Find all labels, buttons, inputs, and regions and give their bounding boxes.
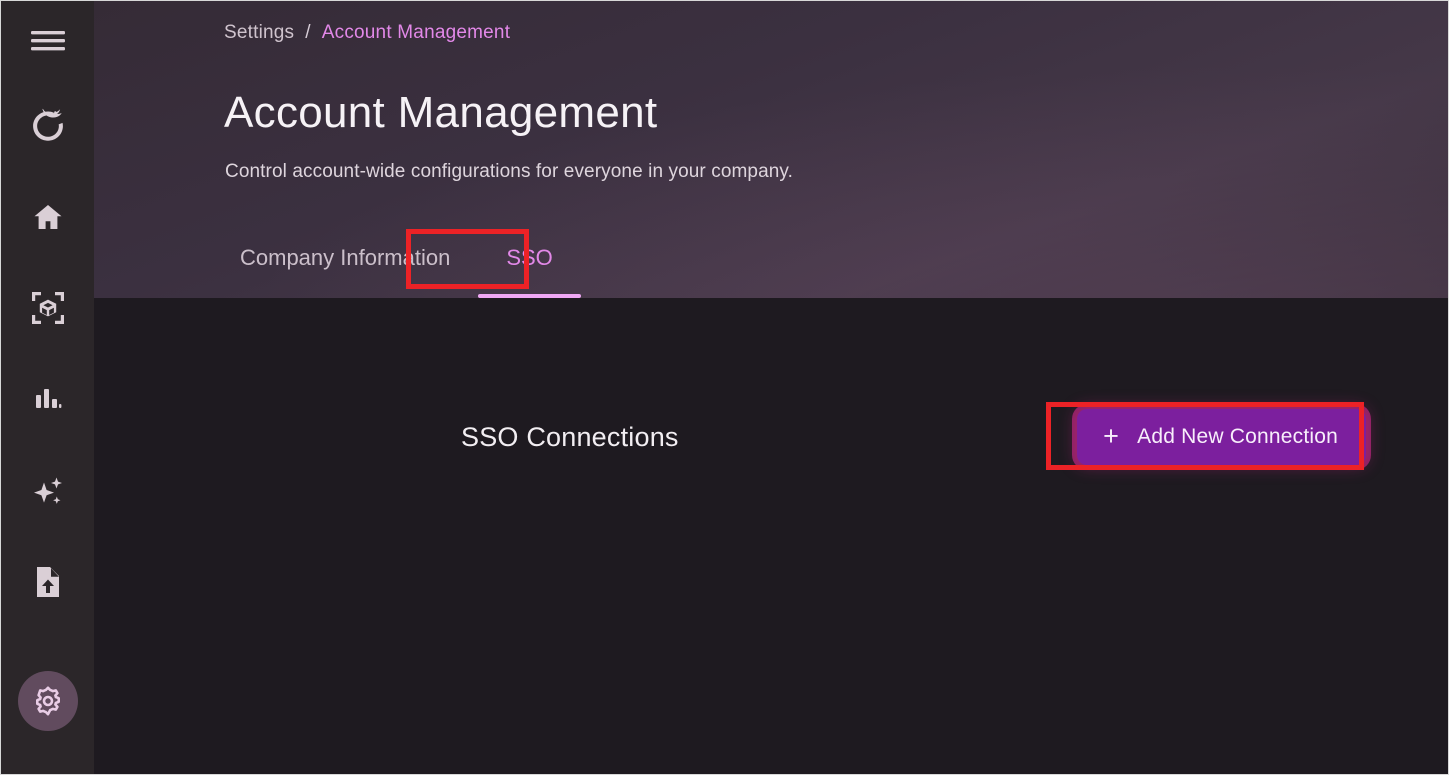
cube-scan-icon xyxy=(31,291,65,325)
home-icon xyxy=(32,201,64,233)
file-upload-icon xyxy=(33,565,63,599)
sso-connections-row: SSO Connections + Add New Connection xyxy=(461,399,1366,475)
content-area xyxy=(94,298,1448,774)
breadcrumb: Settings / Account Management xyxy=(224,22,510,44)
sidebar xyxy=(1,1,94,774)
main-column: Settings / Account Management Account Ma… xyxy=(94,1,1448,774)
sidebar-item-home[interactable] xyxy=(1,171,94,262)
bar-chart-icon xyxy=(33,384,63,414)
page-header: Settings / Account Management Account Ma… xyxy=(94,1,1448,298)
breadcrumb-current[interactable]: Account Management xyxy=(322,22,510,44)
sidebar-item-ai[interactable] xyxy=(1,445,94,536)
hamburger-icon xyxy=(31,29,65,53)
add-connection-label: Add New Connection xyxy=(1137,425,1338,449)
breadcrumb-separator: / xyxy=(305,22,310,44)
app-window: Settings / Account Management Account Ma… xyxy=(0,0,1449,775)
brand-logo-button[interactable] xyxy=(1,80,94,171)
tab-company-information-label: Company Information xyxy=(240,245,450,271)
tab-bar: Company Information SSO xyxy=(212,218,581,298)
sidebar-item-analytics[interactable] xyxy=(1,354,94,445)
page-subtitle: Control account-wide configurations for … xyxy=(225,161,793,183)
sparkles-icon xyxy=(31,474,65,508)
add-connection-wrapper: + Add New Connection xyxy=(1077,409,1366,465)
page-title: Account Management xyxy=(224,88,657,139)
add-connection-button[interactable]: + Add New Connection xyxy=(1077,409,1366,465)
menu-toggle-button[interactable] xyxy=(1,1,94,80)
dragon-logo-icon xyxy=(25,103,71,149)
tab-sso[interactable]: SSO xyxy=(478,218,580,298)
sidebar-item-upload[interactable] xyxy=(1,536,94,627)
plus-icon: + xyxy=(1103,423,1119,450)
sso-connections-heading: SSO Connections xyxy=(461,422,679,453)
tab-company-information[interactable]: Company Information xyxy=(212,218,478,298)
sidebar-item-assets[interactable] xyxy=(1,263,94,354)
breadcrumb-settings-link[interactable]: Settings xyxy=(224,22,294,44)
gear-icon xyxy=(33,686,63,716)
gear-active-background xyxy=(18,671,78,731)
sidebar-item-settings[interactable] xyxy=(1,627,94,774)
tab-sso-label: SSO xyxy=(506,245,552,271)
